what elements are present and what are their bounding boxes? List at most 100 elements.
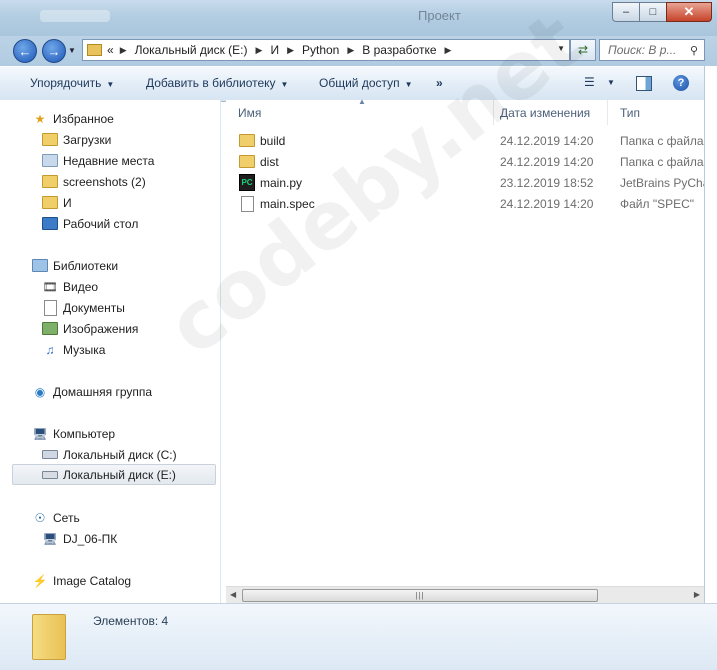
computer-icon: 🖥 — [32, 426, 48, 441]
drive-icon — [42, 447, 58, 463]
add-to-library-button[interactable]: Добавить в библиотеку ▼ — [146, 76, 288, 90]
nav-pc[interactable]: 🖥 DJ_06-ПК — [42, 528, 117, 549]
video-icon: 🎞 — [42, 279, 58, 294]
preview-pane-icon[interactable] — [636, 76, 652, 91]
nav-image-catalog-label: Image Catalog — [53, 573, 132, 588]
column-type-label: Тип — [620, 105, 641, 120]
window-controls: – □ ✕ — [612, 2, 712, 22]
libraries-icon — [32, 258, 48, 274]
search-box[interactable]: ⚲ — [599, 39, 705, 61]
file-type: Файл "SPEC" — [620, 197, 695, 211]
folder-icon — [42, 174, 58, 190]
view-dropdown-icon[interactable]: ▼ — [607, 78, 615, 87]
nav-screenshots[interactable]: screenshots (2) — [42, 171, 146, 192]
star-icon: ★ — [34, 111, 46, 126]
chevron-down-icon: ▼ — [280, 80, 289, 89]
item-count: Элементов: 4 — [93, 614, 169, 628]
file-name: build — [260, 133, 286, 148]
downloads-folder-icon — [42, 132, 58, 148]
nav-disk-c-label: Локальный диск (C:) — [63, 447, 177, 462]
folder-icon — [32, 614, 66, 660]
file-type: Папка с файлами — [620, 155, 704, 169]
breadcrumb-disk-e[interactable]: Локальный диск (E:) — [135, 43, 248, 57]
nav-folder-i[interactable]: И — [42, 192, 72, 213]
minimize-button[interactable]: – — [612, 2, 640, 22]
nav-downloads[interactable]: Загрузки — [42, 129, 111, 150]
nav-music-label: Музыка — [63, 342, 106, 357]
nav-documents-label: Документы — [63, 300, 125, 315]
left-edge — [0, 100, 12, 603]
nav-images[interactable]: Изображения — [42, 318, 138, 339]
horizontal-scrollbar[interactable]: ◀ ||| ▶ — [226, 586, 704, 604]
file-date: 23.12.2019 18:52 — [500, 176, 594, 190]
recent-places-icon — [42, 153, 58, 169]
file-name-cell: dist — [239, 151, 279, 172]
nav-images-label: Изображения — [63, 321, 139, 336]
nav-desktop[interactable]: Рабочий стол — [42, 213, 138, 234]
forward-button[interactable]: → — [42, 39, 66, 63]
scroll-right-icon[interactable]: ▶ — [694, 590, 700, 599]
nav-image-catalog[interactable]: ⚡ Image Catalog — [32, 570, 132, 591]
nav-screenshots-label: screenshots (2) — [63, 174, 146, 189]
nav-computer[interactable]: 🖥 Компьютер — [32, 423, 115, 444]
nav-disk-c[interactable]: Локальный диск (C:) — [42, 444, 177, 465]
file-date: 24.12.2019 14:20 — [500, 134, 594, 148]
nav-folder-i-label: И — [63, 195, 72, 210]
file-name: dist — [260, 154, 279, 169]
nav-favorites[interactable]: ★ Избранное — [32, 108, 114, 129]
chevron-right-icon[interactable]: ▶ — [287, 45, 294, 56]
nav-recent-places[interactable]: Недавние места — [42, 150, 154, 171]
maximize-button[interactable]: □ — [639, 2, 667, 22]
nav-downloads-label: Загрузки — [63, 132, 112, 147]
breadcrumb-overflow[interactable]: « — [107, 43, 114, 57]
breadcrumb-i[interactable]: И — [270, 43, 279, 57]
chevron-right-icon[interactable]: ▶ — [347, 45, 354, 56]
file-date: 24.12.2019 14:20 — [500, 197, 594, 211]
nav-favorites-label: Избранное — [53, 111, 114, 126]
back-button[interactable]: ← — [13, 39, 37, 63]
share-button[interactable]: Общий доступ ▼ — [319, 76, 413, 90]
nav-pc-label: DJ_06-ПК — [63, 531, 118, 546]
share-label: Общий доступ — [319, 76, 400, 90]
nav-network[interactable]: ☉ Сеть — [32, 507, 80, 528]
folder-icon — [87, 44, 102, 56]
nav-music[interactable]: ♫ Музыка — [42, 339, 106, 360]
nav-video[interactable]: 🎞 Видео — [42, 276, 98, 297]
nav-video-label: Видео — [63, 279, 99, 294]
nav-libraries[interactable]: Библиотеки — [32, 255, 118, 276]
background-strip — [704, 66, 717, 669]
search-input[interactable] — [600, 42, 690, 58]
column-header-type[interactable]: Тип — [608, 100, 704, 125]
nav-desktop-label: Рабочий стол — [63, 216, 139, 231]
breadcrumb-python[interactable]: Python — [302, 43, 339, 57]
chevron-right-icon: ▶ — [119, 44, 127, 55]
close-button[interactable]: ✕ — [666, 2, 712, 22]
folder-icon — [42, 195, 58, 211]
scroll-left-icon[interactable]: ◀ — [230, 590, 236, 599]
homegroup-icon: ◉ — [34, 384, 46, 399]
nav-disk-e[interactable]: Локальный диск (E:) — [12, 464, 216, 485]
pycharm-icon: PC — [239, 174, 255, 191]
nav-homegroup-label: Домашняя группа — [53, 384, 153, 399]
chevron-right-icon[interactable]: ▶ — [256, 45, 263, 56]
file-icon — [239, 195, 255, 212]
search-icon[interactable]: ⚲ — [690, 44, 698, 57]
chevron-down-icon: ▼ — [106, 80, 115, 89]
nav-disk-e-label: Локальный диск (E:) — [63, 467, 176, 482]
chevron-down-icon: ▼ — [404, 80, 413, 89]
nav-documents[interactable]: Документы — [42, 297, 125, 318]
images-icon — [42, 321, 58, 337]
file-date: 24.12.2019 14:20 — [500, 155, 594, 169]
nav-network-label: Сеть — [53, 510, 80, 525]
help-icon[interactable]: ? — [673, 75, 689, 91]
breadcrumb-in-progress[interactable]: В разработке — [362, 43, 436, 57]
nav-homegroup[interactable]: ◉ Домашняя группа — [32, 381, 152, 402]
computer-icon: 🖥 — [42, 531, 58, 546]
scrollbar-thumb[interactable]: ||| — [242, 589, 598, 602]
history-dropdown-icon[interactable]: ▼ — [68, 46, 76, 55]
nav-libraries-label: Библиотеки — [53, 258, 119, 273]
folder-icon — [239, 133, 255, 149]
organize-button[interactable]: Упорядочить ▼ — [30, 76, 114, 90]
chevron-right-icon[interactable]: ▶ — [445, 45, 452, 56]
folder-icon — [239, 154, 255, 170]
